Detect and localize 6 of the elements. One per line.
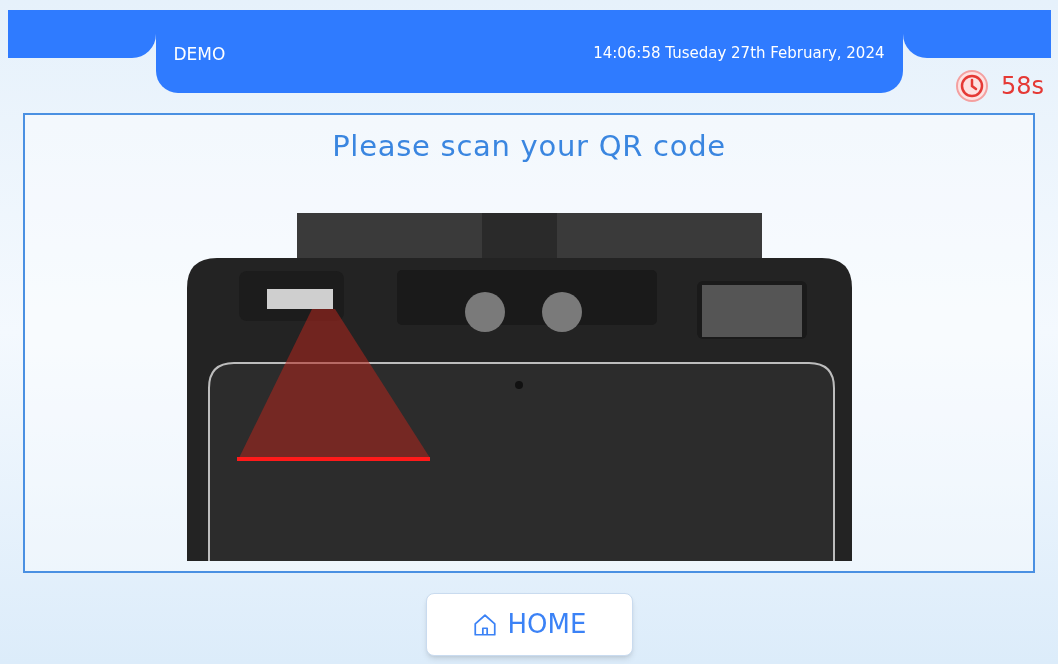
home-button[interactable]: HOME xyxy=(425,593,633,656)
countdown-timer: 58s xyxy=(1000,71,1044,102)
date-time: 14:06:58 Tuseday 27th February, 2024 xyxy=(593,43,885,64)
brand-label: DEMO xyxy=(173,43,226,66)
clock-icon xyxy=(954,69,989,103)
scan-prompt: Please scan your QR code xyxy=(332,128,726,165)
